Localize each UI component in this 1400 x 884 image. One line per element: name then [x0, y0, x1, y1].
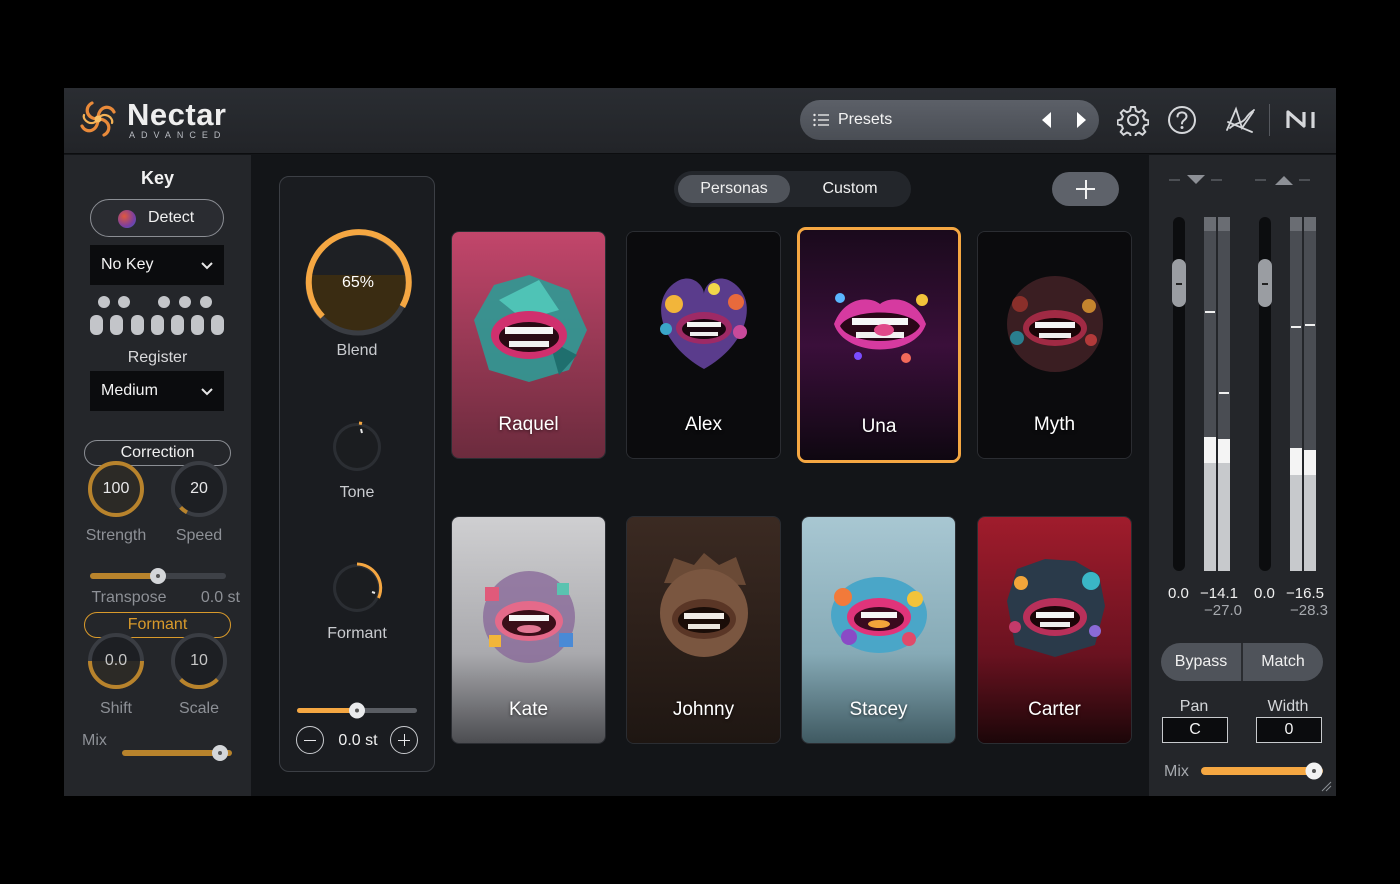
pitch-slider[interactable]	[297, 702, 417, 720]
pitch-decrease-button[interactable]	[296, 726, 324, 754]
tab-personas[interactable]: Personas	[678, 175, 790, 203]
shift-value: 0.0	[104, 652, 128, 669]
blend-label: Blend	[336, 342, 378, 359]
width-label: Width	[1267, 698, 1309, 715]
key-mix-label: Mix	[82, 732, 107, 749]
speed-label: Speed	[175, 527, 223, 544]
pitch-increase-button[interactable]	[390, 726, 418, 754]
output-peak-value: −16.5	[1286, 585, 1324, 602]
header-divider	[1269, 104, 1270, 136]
signal-chain-icon[interactable]	[1224, 104, 1256, 136]
speed-knob[interactable]: 20	[170, 460, 228, 518]
key-title: Key	[140, 168, 175, 188]
strength-knob[interactable]: 100	[87, 460, 145, 518]
transpose-label: Transpose	[91, 589, 167, 606]
strength-label: Strength	[85, 527, 147, 544]
brand-name: Nectar	[127, 97, 227, 132]
detect-label: Detect	[148, 209, 195, 226]
tone-label: Tone	[339, 484, 375, 501]
list-icon	[813, 113, 829, 127]
resize-handle-icon[interactable]	[1320, 780, 1332, 792]
nectar-plugin-window: Nectar ADVANCED Presets Key Detect No Ke…	[64, 88, 1336, 796]
persona-card-stacey[interactable]: Stacey	[801, 516, 956, 744]
header-bar: Nectar ADVANCED Presets	[64, 88, 1336, 154]
shift-label: Shift	[99, 700, 132, 717]
persona-name: Kate	[508, 699, 549, 720]
previous-preset-icon[interactable]	[1036, 109, 1058, 131]
shift-knob[interactable]: 0.0	[87, 632, 145, 690]
output-mix-slider[interactable]	[1201, 762, 1323, 780]
speed-value: 20	[190, 480, 208, 497]
register-keyboard-icon	[90, 296, 224, 335]
formant-knob[interactable]	[330, 561, 384, 615]
transpose-slider[interactable]	[90, 567, 226, 585]
output-mix-label: Mix	[1164, 763, 1189, 780]
scale-label: Scale	[178, 700, 220, 717]
scale-knob[interactable]: 10	[170, 632, 228, 690]
brand-subtitle: ADVANCED	[129, 130, 227, 140]
input-peak-value: −14.1	[1200, 585, 1238, 602]
persona-card-raquel[interactable]: Raquel	[451, 231, 606, 459]
blend-value: 65%	[341, 274, 375, 291]
persona-card-una[interactable]: Una	[797, 227, 961, 463]
scale-value: 10	[190, 652, 208, 669]
key-value: No Key	[101, 256, 154, 273]
key-panel: Key Detect No Key Register Medium Correc…	[64, 155, 251, 796]
persona-card-johnny[interactable]: Johnny	[626, 516, 781, 744]
ni-logo-icon[interactable]	[1284, 104, 1324, 136]
tab-custom[interactable]: Custom	[794, 175, 906, 203]
persona-tabs: Personas Custom	[674, 171, 911, 207]
persona-card-kate[interactable]: Kate	[451, 516, 606, 744]
output-rms-value: −28.3	[1290, 602, 1328, 619]
persona-name: Alex	[685, 414, 722, 435]
input-rms-value: −27.0	[1204, 602, 1242, 619]
level-meters	[1169, 175, 1316, 571]
next-preset-icon[interactable]	[1070, 109, 1092, 131]
key-mix-slider[interactable]	[122, 744, 232, 762]
match-button[interactable]: Match	[1243, 643, 1323, 681]
output-panel: 0.0 −14.1 −27.0 0.0 −16.5 −28.3 Bypass M…	[1149, 155, 1336, 796]
width-field[interactable]: 0	[1256, 717, 1322, 743]
presets-label: Presets	[838, 111, 893, 128]
blend-panel: 65% Blend Tone Formant 0.0 st	[279, 176, 435, 772]
chevron-down-icon	[201, 388, 213, 396]
persona-name: Carter	[1028, 699, 1081, 720]
persona-name: Myth	[1033, 414, 1076, 435]
input-gain-value: 0.0	[1168, 585, 1189, 602]
persona-card-carter[interactable]: Carter	[977, 516, 1132, 744]
persona-card-myth[interactable]: Myth	[977, 231, 1132, 459]
input-meter-header	[1169, 175, 1310, 185]
transpose-value: 0.0 st	[200, 589, 240, 606]
chevron-down-icon	[201, 262, 213, 270]
pitch-value: 0.0 st	[338, 732, 378, 749]
formant-label: Formant	[327, 625, 387, 642]
pan-label: Pan	[1179, 698, 1209, 715]
persona-name: Una	[861, 416, 897, 437]
detect-icon	[118, 210, 136, 228]
bypass-button[interactable]: Bypass	[1161, 643, 1241, 681]
register-value: Medium	[101, 382, 158, 399]
register-select[interactable]: Medium	[90, 371, 224, 411]
output-gain-value: 0.0	[1254, 585, 1275, 602]
tone-knob[interactable]	[330, 420, 384, 474]
strength-value: 100	[102, 480, 130, 497]
add-persona-button[interactable]	[1052, 172, 1119, 206]
key-select[interactable]: No Key	[90, 245, 224, 285]
presets-bar[interactable]: Presets	[800, 100, 1099, 140]
nectar-logo-icon	[80, 101, 116, 137]
pan-field[interactable]: C	[1162, 717, 1228, 743]
persona-card-alex[interactable]: Alex	[626, 231, 781, 459]
help-icon[interactable]	[1166, 104, 1198, 136]
persona-name: Stacey	[849, 699, 908, 720]
gear-icon[interactable]	[1117, 104, 1149, 136]
persona-name: Raquel	[498, 414, 559, 435]
persona-name: Johnny	[672, 699, 735, 720]
register-label: Register	[127, 349, 188, 366]
detect-button[interactable]: Detect	[90, 199, 224, 237]
